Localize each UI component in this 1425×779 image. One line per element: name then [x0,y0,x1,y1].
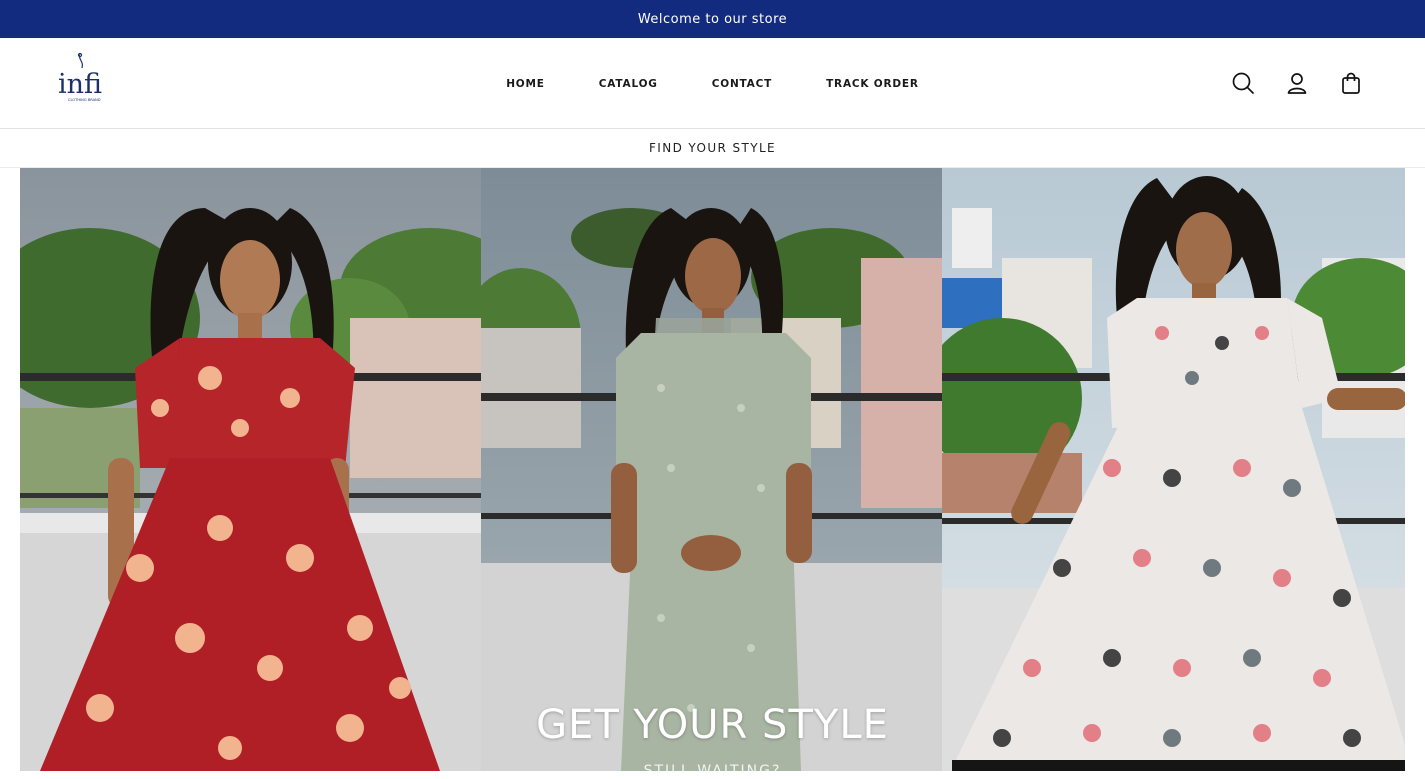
hero-image-green-kurta [481,168,942,771]
svg-text:infi: infi [58,69,102,100]
infi-logo-icon: infi CLOTHING BRAND [58,52,102,102]
hero-image-red-dress [20,168,481,771]
svg-text:CLOTHING BRAND: CLOTHING BRAND [68,98,101,102]
header-actions [1231,71,1363,95]
hero-subheading: STILL WAITING? [643,763,782,779]
nav-catalog[interactable]: CATALOG [572,72,685,96]
hero-heading: GET YOUR STYLE [536,702,889,748]
nav-home[interactable]: HOME [479,72,572,96]
site-header: infi CLOTHING BRAND HOME CATALOG CONTACT… [0,38,1425,129]
cart-icon[interactable] [1339,71,1363,95]
hero-image-print-dress [942,168,1405,771]
search-icon[interactable] [1231,71,1255,95]
brand-logo[interactable]: infi CLOTHING BRAND [56,52,108,104]
announcement-bar: Welcome to our store [0,0,1425,38]
nav-contact[interactable]: CONTACT [685,72,799,96]
account-icon[interactable] [1285,71,1309,95]
hero-banner[interactable] [20,168,1405,771]
announcement-text: Welcome to our store [637,11,788,27]
subbar-text: FIND YOUR STYLE [648,141,777,155]
main-nav: HOME CATALOG CONTACT TRACK ORDER [0,38,1425,129]
nav-track-order[interactable]: TRACK ORDER [799,72,946,96]
find-your-style-bar[interactable]: FIND YOUR STYLE [0,129,1425,168]
